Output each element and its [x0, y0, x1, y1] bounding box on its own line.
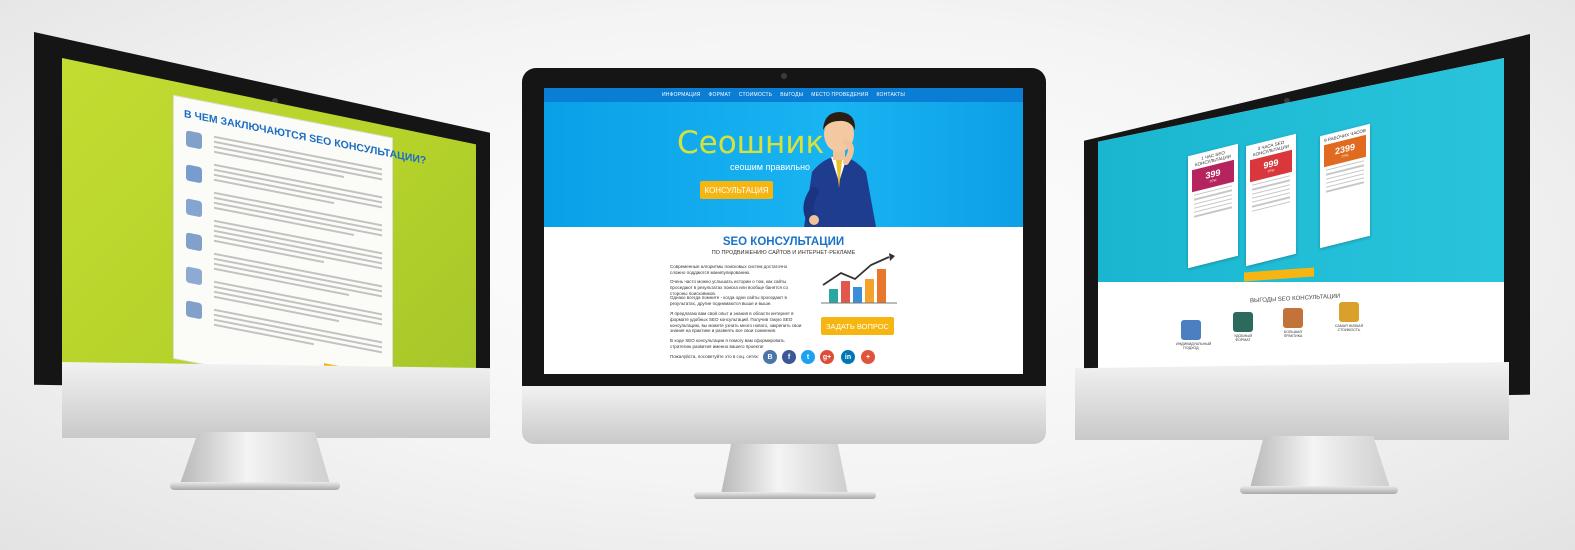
- benefit-1: ИНДИВИДУАЛЬНЫЙ ПОДХОД: [1176, 320, 1211, 350]
- left-monitor-stand: [180, 432, 330, 484]
- growth-chart-illustration: [821, 253, 897, 304]
- left-monitor-foot: [170, 482, 340, 490]
- paragraph-2: Очень часто можно услышать истории о том…: [670, 279, 788, 296]
- social-vk-icon[interactable]: B: [763, 350, 777, 364]
- nav-item-benefits[interactable]: ВЫГОДЫ: [780, 92, 803, 98]
- right-monitor-foot: [1240, 486, 1398, 494]
- paragraph-1: Современные алгоритмы поисковых систем д…: [670, 264, 788, 275]
- benefits-title: ВЫГОДЫ SEO КОНСУЛЬТАЦИИ: [1250, 293, 1341, 305]
- checklist-icon: [186, 198, 202, 218]
- paragraph-5: В ходе SEO консультации я помогу вам сфо…: [670, 338, 785, 349]
- nav-item-format[interactable]: ФОРМАТ: [709, 92, 731, 98]
- right-monitor-stand: [1250, 436, 1390, 488]
- person-icon: [186, 232, 202, 252]
- benefit-2: УДОБНЫЙ ФОРМАТ: [1228, 312, 1258, 342]
- social-twitter-icon[interactable]: t: [801, 350, 815, 364]
- handshake-icon: [1181, 320, 1201, 340]
- price-card-2[interactable]: 3 ЧАСА SEO КОНСУЛЬТАЦИИ 999 ГРН: [1246, 133, 1296, 267]
- coins-icon: [1339, 302, 1359, 322]
- social-facebook-icon[interactable]: f: [782, 350, 796, 364]
- top-nav: ИНФОРМАЦИЯ ФОРМАТ СТОИМОСТЬ ВЫГОДЫ МЕСТО…: [544, 88, 1023, 102]
- social-googleplus-icon[interactable]: g+: [820, 350, 834, 364]
- left-monitor-chin: [62, 362, 490, 438]
- center-monitor-stand: [721, 444, 848, 494]
- briefcase-icon: [186, 300, 202, 320]
- nav-item-price[interactable]: СТОИМОСТЬ: [739, 92, 772, 98]
- left-monitor-screen: В ЧЕМ ЗАКЛЮЧАЮТСЯ SEO КОНСУЛЬТАЦИИ? ПОЛУ…: [62, 58, 476, 378]
- businessman-illustration: [803, 112, 876, 227]
- center-monitor-chin: [522, 386, 1046, 444]
- ask-question-button[interactable]: ЗАДАТЬ ВОПРОС: [821, 317, 894, 335]
- benefit-3: БОЛЬШАЯ ПРАКТИКА: [1278, 308, 1308, 338]
- center-monitor-camera: [781, 73, 787, 79]
- social-linkedin-icon[interactable]: in: [841, 350, 855, 364]
- social-share-icon[interactable]: +: [861, 350, 875, 364]
- paragraph-3: Однако всегда помните - когда одни сайты…: [670, 295, 787, 306]
- right-monitor-chin: [1075, 362, 1509, 440]
- center-monitor-screen: ИНФОРМАЦИЯ ФОРМАТ СТОИМОСТЬ ВЫГОДЫ МЕСТО…: [544, 88, 1023, 374]
- benefit-4: САМАЯ НИЗКАЯ СТОИМОСТЬ: [1334, 302, 1364, 332]
- nav-item-venue[interactable]: МЕСТО ПРОВЕДЕНИЯ: [811, 92, 868, 98]
- price-card-1[interactable]: 1 ЧАС SEO КОНСУЛЬТАЦИИ 399 ГРН: [1188, 143, 1238, 269]
- paragraph-4: Я предлагаю вам свой опыт и знания в обл…: [670, 311, 802, 334]
- section-subtitle: ПО ПРОДВИЖЕНИЮ САЙТОВ И ИНТЕРНЕТ-РЕКЛАМЕ: [711, 250, 856, 256]
- nav-item-contacts[interactable]: КОНТАКТЫ: [876, 92, 905, 98]
- price-card-3[interactable]: 9 РАБОЧИХ ЧАСОВ 2399 ГРН: [1320, 123, 1370, 249]
- consultation-button[interactable]: КОНСУЛЬТАЦИЯ: [700, 181, 773, 199]
- left-info-paper: В ЧЕМ ЗАКЛЮЧАЮТСЯ SEO КОНСУЛЬТАЦИИ? ПОЛУ…: [174, 96, 426, 378]
- briefcase-icon: [1283, 308, 1303, 328]
- nav-item-info[interactable]: ИНФОРМАЦИЯ: [662, 92, 701, 98]
- tablet-icon: [1233, 312, 1253, 332]
- right-monitor-screen: 1 ЧАС SEO КОНСУЛЬТАЦИИ 399 ГРН 3 ЧАСА SEO…: [1098, 58, 1504, 380]
- lightbulb-icon: [186, 266, 202, 286]
- magnifier-icon: [186, 164, 202, 184]
- center-monitor-foot: [694, 492, 876, 499]
- hero-banner: Сеошник сеошим правильно КОНСУЛЬТАЦИЯ: [544, 102, 1023, 227]
- document-icon: [186, 130, 202, 150]
- section-title: SEO КОНСУЛЬТАЦИИ: [722, 236, 845, 248]
